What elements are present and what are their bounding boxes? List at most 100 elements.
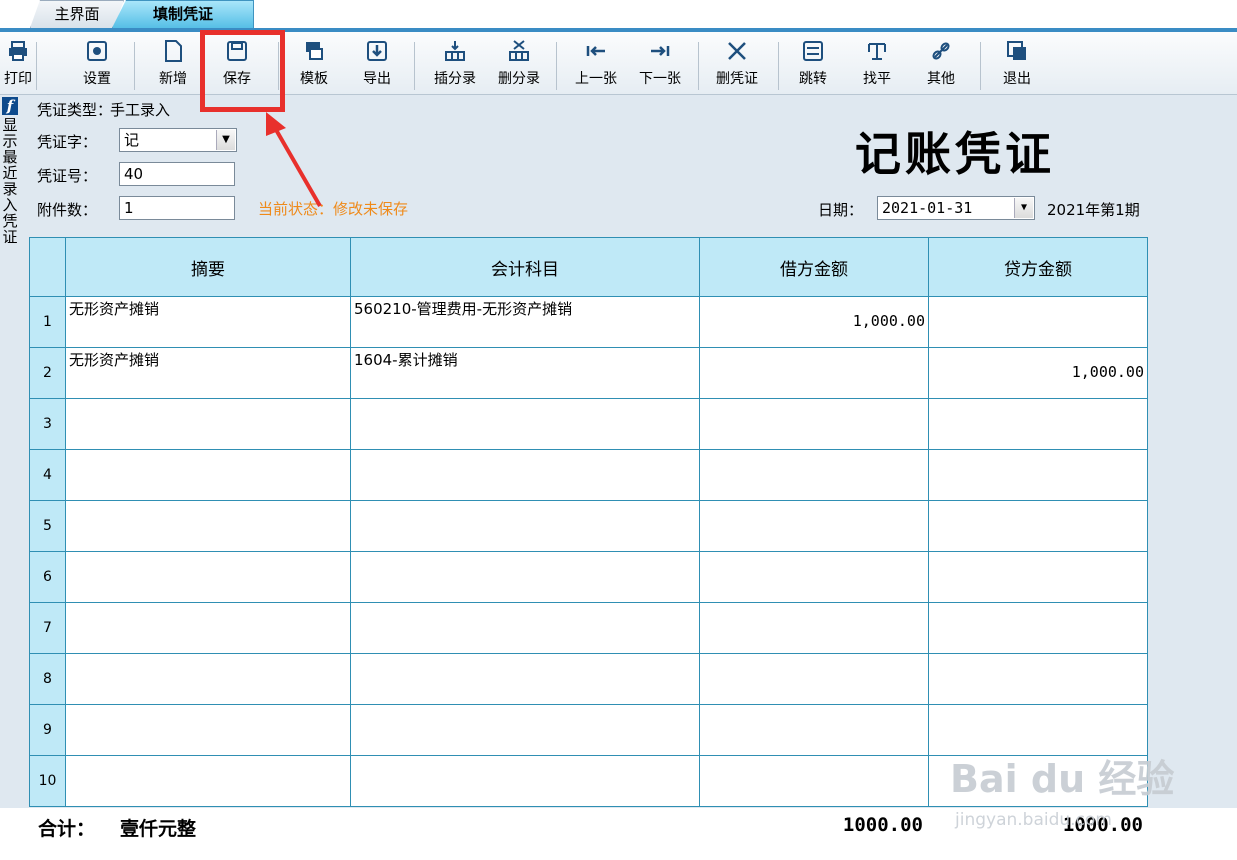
debit-cell[interactable] [699,500,929,552]
exit-button[interactable]: 退出 [996,38,1038,92]
debit-cell[interactable] [699,449,929,501]
credit-cell[interactable] [928,500,1148,552]
credit-cell[interactable] [928,449,1148,501]
debit-cell[interactable] [699,653,929,705]
table-row[interactable]: 7 [29,602,1148,654]
debit-cell[interactable]: 1,000.00 [699,296,929,348]
voucher-number-field[interactable]: 40 [119,162,235,186]
summary-cell[interactable] [65,500,351,552]
account-cell[interactable] [350,449,700,501]
other-label: 其他 [927,71,955,87]
watermark-url: jingyan.baidu.com [955,810,1112,830]
summary-cell[interactable] [65,755,351,807]
table-row[interactable]: 8 [29,653,1148,705]
row-number: 5 [29,500,66,552]
summary-text: 无形资产摊销 [69,351,160,369]
recent-vouchers-label[interactable]: 显示最近录入凭证 [2,117,18,245]
column-header-debit: 借方金额 [699,237,929,297]
recent-vouchers-strip[interactable]: f 显示最近录入凭证 [0,95,20,860]
function-badge-icon: f [2,97,18,115]
account-cell[interactable]: 1604-累计摊销 [350,347,700,399]
account-cell[interactable] [350,551,700,603]
toolbar-separator [278,42,279,90]
chevron-down-icon[interactable]: ▼ [216,130,235,150]
save-button[interactable]: 保存 [214,38,260,92]
delete-row-button[interactable]: 删分录 [490,38,548,92]
summary-cell[interactable] [65,602,351,654]
credit-cell[interactable] [928,653,1148,705]
table-row[interactable]: 3 [29,398,1148,450]
row-number: 4 [29,449,66,501]
column-header-summary: 摘要 [65,237,351,297]
table-row[interactable]: 1 无形资产摊销 560210-管理费用-无形资产摊销 1,000.00 [29,296,1148,348]
delete-voucher-label: 删凭证 [716,71,758,87]
account-cell[interactable]: 560210-管理费用-无形资产摊销 [350,296,700,348]
settings-button[interactable]: 设置 [76,38,118,92]
debit-cell[interactable] [699,347,929,399]
printer-icon [7,40,29,62]
jump-button[interactable]: 跳转 [792,38,834,92]
table-row[interactable]: 4 [29,449,1148,501]
status-text: 当前状态：修改未保存 [258,200,409,218]
debit-cell[interactable] [699,704,929,756]
credit-cell[interactable] [928,602,1148,654]
debit-cell[interactable] [699,755,929,807]
credit-cell[interactable] [928,551,1148,603]
credit-cell[interactable] [928,398,1148,450]
account-cell[interactable] [350,500,700,552]
tab-main[interactable]: 主界面 [30,0,124,28]
balance-button[interactable]: 找平 [856,38,898,92]
insert-row-button[interactable]: 插分录 [426,38,484,92]
delete-row-label: 删分录 [498,71,540,87]
attachments-field[interactable]: 1 [119,196,235,220]
table-row[interactable]: 5 [29,500,1148,552]
previous-voucher-button[interactable]: 上一张 [568,38,624,92]
debit-cell[interactable] [699,398,929,450]
voucher-word-select[interactable]: 记 ▼ [119,128,237,152]
insert-row-label: 插分录 [434,71,476,87]
table-row[interactable]: 6 [29,551,1148,603]
new-button[interactable]: 新增 [150,38,196,92]
toolbar-separator [414,42,415,90]
debit-cell[interactable] [699,602,929,654]
totals-debit: 1000.00 [842,814,923,836]
print-button[interactable]: 打印 [4,38,32,92]
previous-voucher-label: 上一张 [575,71,617,87]
summary-cell[interactable] [65,551,351,603]
row-number: 1 [29,296,66,348]
delete-voucher-icon [726,40,748,62]
exit-icon [1006,40,1028,62]
credit-cell[interactable]: 1,000.00 [928,347,1148,399]
account-cell[interactable] [350,398,700,450]
row-number: 6 [29,551,66,603]
export-button[interactable]: 导出 [356,38,398,92]
summary-cell[interactable] [65,398,351,450]
summary-cell[interactable]: 无形资产摊销 [65,296,351,348]
balance-icon [866,40,888,62]
summary-cell[interactable] [65,653,351,705]
voucher-type-value: 手工录入 [110,101,171,119]
account-cell[interactable] [350,755,700,807]
summary-cell[interactable] [65,449,351,501]
print-label: 打印 [4,71,32,87]
chevron-down-icon[interactable]: ▼ [1014,198,1033,218]
date-select[interactable]: 2021-01-31 ▼ [877,196,1035,220]
tab-voucher-entry[interactable]: 填制凭证 [112,0,254,28]
new-document-icon [162,40,184,62]
table-row[interactable]: 2 无形资产摊销 1604-累计摊销 1,000.00 [29,347,1148,399]
toolbar-separator [556,42,557,90]
account-cell[interactable] [350,602,700,654]
debit-cell[interactable] [699,551,929,603]
table-header-row: 摘要 会计科目 借方金额 贷方金额 [29,237,1148,297]
account-cell[interactable] [350,653,700,705]
template-button[interactable]: 模板 [292,38,336,92]
other-button[interactable]: 其他 [920,38,962,92]
summary-cell[interactable]: 无形资产摊销 [65,347,351,399]
delete-voucher-button[interactable]: 删凭证 [708,38,766,92]
watermark-logo: Bai du 经验 [950,757,1175,801]
toolbar-separator [134,42,135,90]
credit-cell[interactable] [928,296,1148,348]
next-voucher-button[interactable]: 下一张 [632,38,688,92]
account-cell[interactable] [350,704,700,756]
summary-cell[interactable] [65,704,351,756]
